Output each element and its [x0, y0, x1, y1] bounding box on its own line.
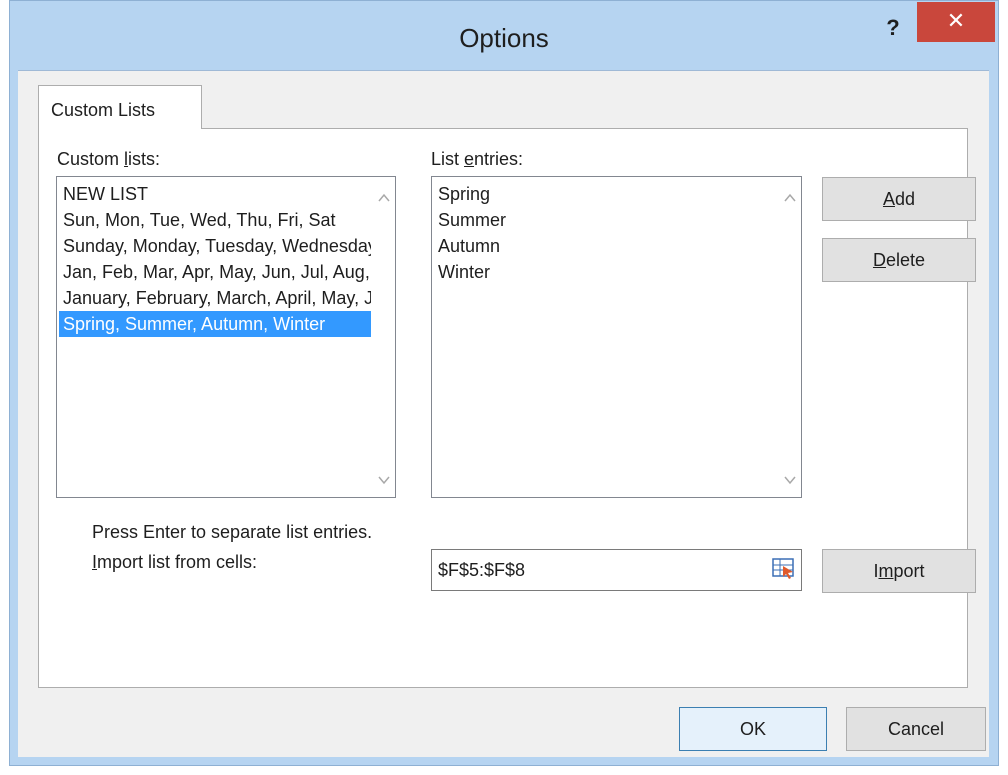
chevron-up-icon[interactable]	[377, 191, 391, 205]
tab-panel: Custom lists: NEW LIST Sun, Mon, Tue, We…	[38, 128, 976, 688]
list-item[interactable]: Jan, Feb, Mar, Apr, May, Jun, Jul, Aug, …	[59, 259, 371, 285]
collapse-dialog-icon[interactable]	[771, 556, 797, 582]
help-button[interactable]: ?	[878, 13, 908, 43]
list-item[interactable]: NEW LIST	[59, 181, 371, 207]
dialog-title: Options	[459, 23, 549, 53]
ok-button[interactable]: OK	[679, 707, 827, 751]
import-range-value: $F$5:$F$8	[438, 560, 526, 580]
dialog-body: Custom Lists Custom lists: NEW LIST Sun,…	[18, 70, 989, 757]
tab-custom-lists[interactable]: Custom Lists	[38, 85, 202, 129]
chevron-down-icon[interactable]	[377, 473, 391, 487]
close-icon: ✕	[946, 9, 966, 34]
list-item[interactable]: Sun, Mon, Tue, Wed, Thu, Fri, Sat	[59, 207, 371, 233]
title-bar[interactable]: Options ? ✕	[10, 1, 998, 79]
import-button[interactable]: Import	[822, 549, 976, 593]
options-dialog: Options ? ✕ Custom Lists Custom lists: N…	[9, 0, 999, 766]
delete-button[interactable]: Delete	[822, 238, 976, 282]
import-range-input[interactable]: $F$5:$F$8	[431, 549, 802, 591]
list-entry: Spring	[438, 184, 491, 204]
custom-lists-label: Custom lists:	[57, 149, 161, 169]
custom-lists-listbox[interactable]: NEW LIST Sun, Mon, Tue, Wed, Thu, Fri, S…	[56, 176, 396, 498]
chevron-down-icon[interactable]	[783, 473, 797, 487]
list-entry: Summer	[438, 210, 507, 230]
list-entries-scrollbar[interactable]	[779, 177, 801, 497]
chevron-up-icon[interactable]	[783, 191, 797, 205]
close-button[interactable]: ✕	[917, 2, 995, 42]
list-entry: Winter	[438, 262, 491, 282]
hint-text: Press Enter to separate list entries.	[92, 522, 373, 542]
add-button[interactable]: Add	[822, 177, 976, 221]
cancel-button[interactable]: Cancel	[846, 707, 986, 751]
list-item[interactable]: Sunday, Monday, Tuesday, Wednesday, Thur…	[59, 233, 371, 259]
list-item-selected[interactable]: Spring, Summer, Autumn, Winter	[59, 311, 371, 337]
list-entry: Autumn	[438, 236, 501, 256]
import-list-label: Import list from cells:	[92, 552, 258, 572]
list-entries-label: List entries:	[431, 149, 524, 169]
custom-lists-scrollbar[interactable]	[373, 177, 395, 497]
list-item[interactable]: January, February, March, April, May, Ju…	[59, 285, 371, 311]
list-entries-textarea[interactable]: Spring Summer Autumn Winter	[431, 176, 802, 498]
